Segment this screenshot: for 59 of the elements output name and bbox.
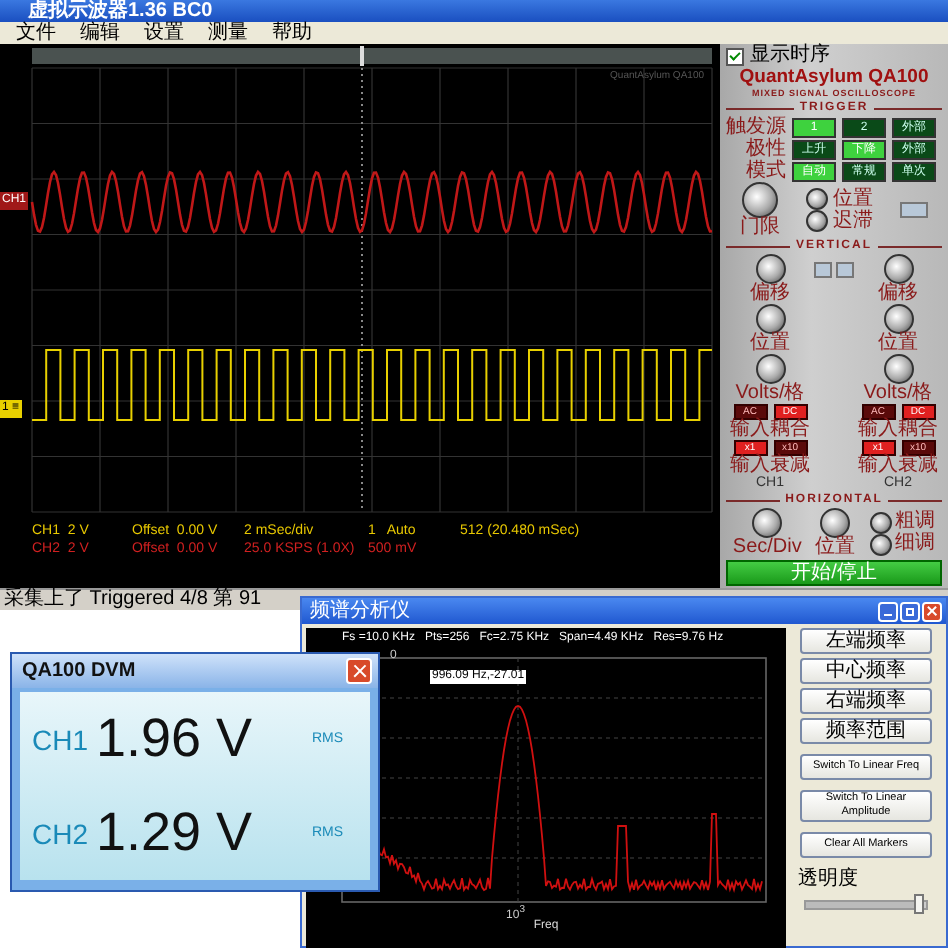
control-label: 输入衰减: [730, 456, 810, 476]
knob[interactable]: [869, 511, 892, 533]
knob-label: 门限: [739, 218, 780, 238]
trigger-position-handle[interactable]: [360, 46, 364, 66]
frequency-button[interactable]: 频率范围: [800, 718, 932, 744]
knob-label: 偏移: [750, 284, 790, 304]
knob[interactable]: [820, 508, 851, 538]
voltage-reading: 1.96 V: [96, 708, 255, 770]
maximize-icon[interactable]: [900, 601, 920, 621]
channel-label: CH1: [32, 723, 91, 755]
menu-item[interactable]: 帮助: [272, 22, 312, 44]
knob[interactable]: [741, 182, 778, 218]
knob[interactable]: [755, 254, 785, 284]
frequency-button[interactable]: 中心频率: [800, 658, 932, 684]
knob[interactable]: [883, 254, 913, 284]
knob[interactable]: [806, 188, 829, 210]
knob-label: Volts/格: [735, 384, 805, 404]
knob[interactable]: [752, 508, 783, 538]
knob[interactable]: [755, 304, 785, 334]
row-label: 模式: [744, 161, 786, 181]
channel-label: CH2: [32, 817, 91, 849]
control-label: 输入耦合: [858, 420, 938, 440]
knob[interactable]: [883, 304, 913, 334]
control-label: 输入衰减: [858, 456, 938, 476]
control-label: 输入耦合: [730, 420, 810, 440]
knob-label: 位置: [750, 334, 790, 354]
close-icon[interactable]: [346, 658, 372, 684]
knob-label: 粗调: [895, 512, 936, 532]
window-title: QA100 DVM: [22, 660, 136, 682]
row-label: 极性: [746, 139, 786, 159]
frequency-button[interactable]: 右端频率: [800, 688, 932, 714]
checkbox-label: 显示时序: [750, 46, 830, 66]
knob-label: 位置: [815, 538, 856, 558]
opacity-slider[interactable]: [804, 900, 928, 910]
menu-item[interactable]: 编辑: [80, 22, 120, 44]
knob[interactable]: [869, 533, 892, 555]
voltage-reading: 1.29 V: [96, 802, 255, 864]
knob-label: Volts/格: [863, 384, 933, 404]
checkbox[interactable]: [726, 47, 744, 65]
slider-label: 透明度: [798, 870, 858, 890]
menu-item[interactable]: 测量: [208, 22, 248, 44]
close-icon[interactable]: [922, 601, 942, 621]
row-label: 触发源: [726, 117, 786, 137]
brand-title: QuantAsylum QA100: [737, 66, 931, 88]
knob[interactable]: [755, 354, 785, 384]
knob-label: 细调: [895, 534, 936, 554]
blank-button[interactable]: [900, 202, 929, 218]
knob-label: 迟滞: [832, 211, 873, 231]
frequency-button[interactable]: 左端频率: [800, 628, 932, 654]
knob-label: Sec/Div: [732, 538, 802, 558]
minimize-icon[interactable]: [878, 601, 898, 621]
menu-item[interactable]: 文件: [16, 22, 56, 44]
knob[interactable]: [883, 354, 913, 384]
knob-label: 偏移: [878, 284, 918, 304]
knob-label: 位置: [832, 189, 873, 209]
knob[interactable]: [806, 210, 829, 232]
menu-item[interactable]: 设置: [144, 22, 184, 44]
knob-label: 位置: [878, 334, 918, 354]
slider-thumb[interactable]: [914, 894, 924, 914]
